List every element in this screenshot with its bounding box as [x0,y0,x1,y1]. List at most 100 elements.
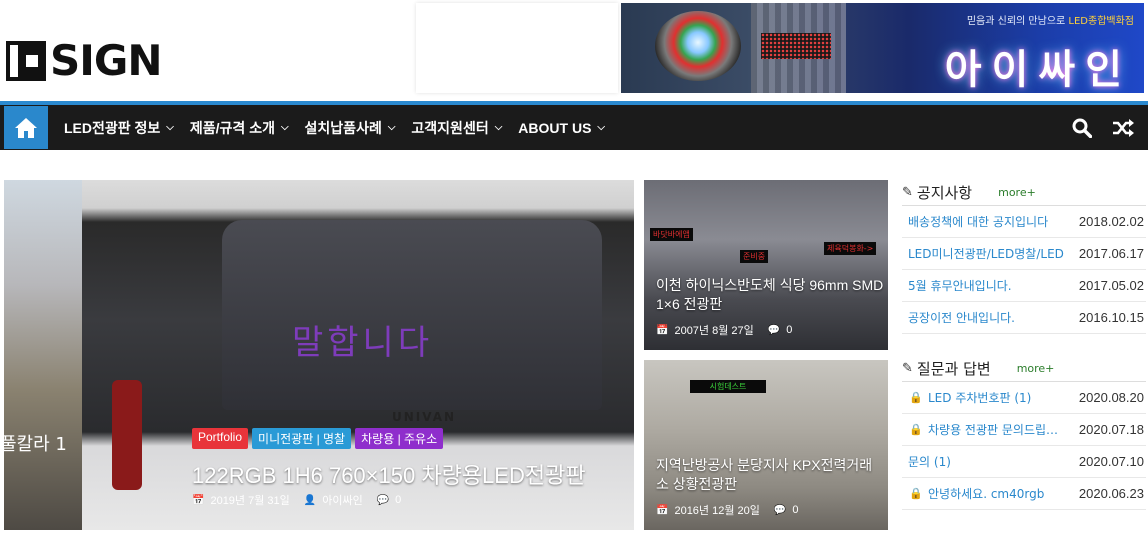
qna-date: 2020.07.18 [1078,422,1144,437]
notice-title[interactable]: 5월 휴무안내입니다. [902,277,1066,294]
post-author[interactable]: 아이싸인 [322,492,362,508]
qna-date: 2020.07.10 [1078,454,1144,469]
post-date[interactable]: 2007년 8월 27일 [674,322,753,338]
post-comments[interactable]: 0 [395,494,401,506]
chevron-down-icon: ⌵ [387,122,396,133]
list-item[interactable]: 공장이전 안내입니다. 2016.10.15 [902,302,1146,334]
led-sign: 준비중 [740,250,769,263]
qna-title: 질문과 답변 [916,360,991,378]
qna-date: 2020.08.20 [1078,390,1144,405]
lock-icon: 🔒 [909,423,923,436]
qna-list: 🔒 LED 주차번호판 (1) 2020.08.20 🔒 차량용 전광판 문의드… [902,382,1146,510]
home-icon [15,117,37,138]
tag-portfolio[interactable]: Portfolio [192,428,249,449]
nav-item-label: 고객지원센터 [411,119,489,136]
nav-item-label: 제품/규격 소개 [189,119,275,136]
list-item[interactable]: 🔒 안녕하세요. cm40rgb 2020.06.23 [902,478,1146,510]
qna-date: 2020.06.23 [1078,486,1144,501]
qna-title[interactable]: LED 주차번호판 (1) [926,389,1066,406]
sidebar: ✎ 공지사항 more+ 배송정책에 대한 공지입니다 2018.02.02 L… [902,180,1146,510]
led-sign: 시험데스트 [690,380,766,393]
nav-item-label: 설치납품사례 [304,119,382,136]
side-feature-2[interactable]: 시험데스트 지역난방공사 분당지사 KPX전력거래소 상황전광판 📅 2016년… [644,360,888,530]
nav-item-support[interactable]: 고객지원센터 ⌵ [411,118,502,138]
notices-more-link[interactable]: more+ [998,186,1036,199]
side-feature-title[interactable]: 지역난방공사 분당지사 KPX전력거래소 상황전광판 [656,456,884,494]
calendar-icon: 📅 [656,504,669,516]
chevron-down-icon: ⌵ [494,122,503,133]
nav-item-products[interactable]: 제품/규격 소개 ⌵ [190,118,289,138]
notice-title[interactable]: 배송정책에 대한 공지입니다 [902,213,1066,230]
random-shuffle-icon[interactable] [1112,118,1134,137]
banner-subtitle: 믿음과 신뢰의 만남으로 LED종합백화점 [967,12,1134,27]
post-date[interactable]: 2016년 12월 20일 [674,502,759,518]
notice-date: 2017.06.17 [1078,246,1144,261]
qna-more-link[interactable]: more+ [1017,362,1055,375]
chevron-down-icon: ⌵ [597,122,606,133]
side-feature-1[interactable]: 바닷바에앱 준비중 제육덕봉화-> 이천 하이닉스반도체 식당 96mm SMD… [644,180,888,350]
van-taillight [112,380,142,490]
home-button[interactable] [4,106,48,149]
led-board-image [761,33,831,59]
nav-item-about[interactable]: ABOUT US ⌵ [518,120,605,136]
tag-mini-display[interactable]: 미니전광판 | 명찰 [252,428,352,449]
post-comments[interactable]: 0 [792,504,798,516]
list-item[interactable]: 🔒 LED 주차번호판 (1) 2020.08.20 [902,382,1146,414]
qna-title[interactable]: 안녕하세요. cm40rgb [926,485,1066,502]
edit-icon: ✎ [902,185,913,200]
banner-subtitle-highlight: LED종합백화점 [1068,16,1134,27]
notices-title: 공지사항 [916,184,973,202]
comment-icon: 💬 [376,494,390,506]
nav-item-installations[interactable]: 설치납품사례 ⌵ [305,118,396,138]
list-item[interactable]: LED미니전광판/LED명찰/LED 2017.06.17 [902,238,1146,270]
qna-title[interactable]: 문의 (1) [902,453,1066,470]
nav-right-actions [1072,105,1134,150]
site-logo[interactable]: SIGN [6,40,162,82]
featured-image[interactable]: 말합니다 UNIVAN Portfolio 미니전광판 | 명찰 차량용 | 주… [82,180,634,530]
led-floodlight-image [655,11,741,81]
nav-item-led-info[interactable]: LED전광판 정보 ⌵ [64,118,174,138]
list-item[interactable]: 5월 휴무안내입니다. 2017.05.02 [902,270,1146,302]
tag-vehicle[interactable]: 차량용 | 주유소 [355,428,444,449]
notices-list: 배송정책에 대한 공지입니다 2018.02.02 LED미니전광판/LED명찰… [902,206,1146,334]
qna-title[interactable]: 차량용 전광판 문의드립니다 [926,421,1066,438]
led-sign: 제육덕봉화-> [824,242,877,255]
notice-title[interactable]: 공장이전 안내입니다. [902,309,1066,326]
header-ad-slot [416,3,618,93]
led-sign: 바닷바에앱 [650,228,693,241]
post-comments[interactable]: 0 [786,324,792,336]
featured-post-meta: 📅 2019년 7월 31일 👤 아이싸인 💬 0 [192,492,401,508]
logo-mark-icon [6,41,46,81]
header-banner[interactable]: 믿음과 신뢰의 만남으로 LED종합백화점 아이싸인 [621,3,1144,93]
previous-slide-title: 풀칼라 1 [4,434,67,455]
chevron-down-icon: ⌵ [166,122,174,133]
user-icon: 👤 [303,494,317,506]
side-feature-meta: 📅 2007년 8월 27일 💬 0 [656,322,792,338]
van-led-sign-text: 말합니다 [292,323,434,363]
side-feature-meta: 📅 2016년 12월 20일 💬 0 [656,502,798,518]
post-date[interactable]: 2019년 7월 31일 [210,492,289,508]
list-item[interactable]: 배송정책에 대한 공지입니다 2018.02.02 [902,206,1146,238]
featured-post-title[interactable]: 122RGB 1H6 760×150 차량용LED전광판 [192,458,586,490]
search-icon[interactable] [1072,118,1092,138]
van-brand: UNIVAN [392,410,457,424]
comment-icon: 💬 [767,324,781,336]
lock-icon: 🔒 [909,487,923,500]
lock-icon: 🔒 [909,391,923,404]
notice-title[interactable]: LED미니전광판/LED명찰/LED [902,245,1066,262]
featured-slider[interactable]: 풀칼라 1 말합니다 UNIVAN Portfolio 미니전광판 | 명찰 차… [4,180,634,530]
comment-icon: 💬 [773,504,787,516]
post-tags: Portfolio 미니전광판 | 명찰 차량용 | 주유소 [192,428,444,449]
list-item[interactable]: 문의 (1) 2020.07.10 [902,446,1146,478]
side-feature-title[interactable]: 이천 하이닉스반도체 식당 96mm SMD 1×6 전광판 [656,276,884,314]
qna-widget-header: ✎ 질문과 답변 more+ [902,356,1146,382]
notice-date: 2018.02.02 [1078,214,1144,229]
nav-item-label: LED전광판 정보 [64,119,161,136]
previous-slide[interactable]: 풀칼라 1 [4,180,82,530]
notice-date: 2017.05.02 [1078,278,1144,293]
banner-title: 아이싸인 [944,47,1132,93]
chevron-down-icon: ⌵ [280,122,289,133]
list-item[interactable]: 🔒 차량용 전광판 문의드립니다 2020.07.18 [902,414,1146,446]
calendar-icon: 📅 [656,324,669,336]
nav-item-label: ABOUT US [518,119,592,136]
